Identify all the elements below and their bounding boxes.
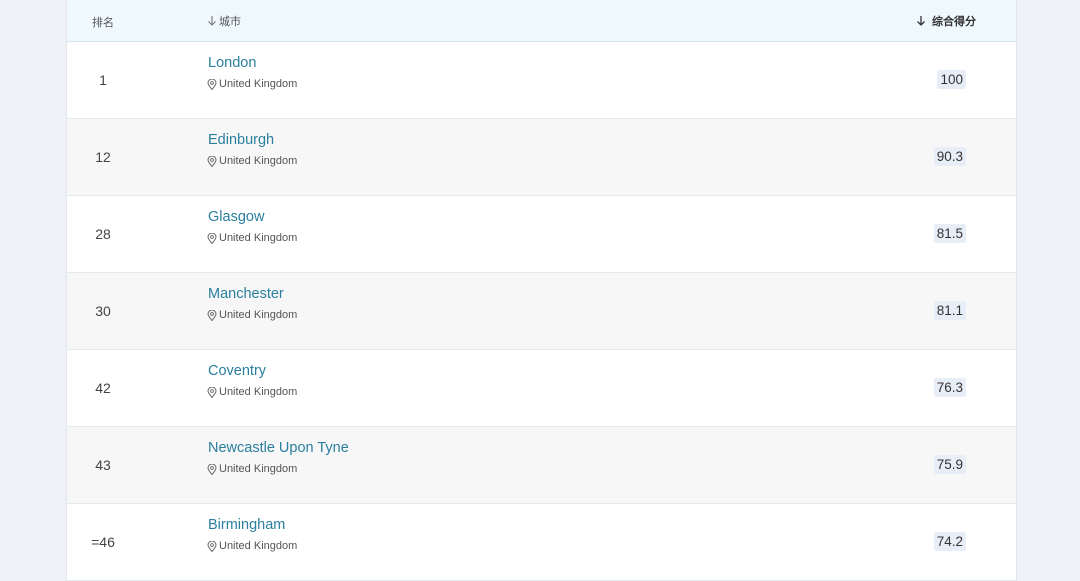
country-text: United Kingdom (219, 540, 298, 552)
rank-value: 43 (95, 457, 111, 473)
rank-value: 12 (95, 149, 111, 165)
table-row: 12 Edinburgh United Kingdom 90.3 (67, 119, 1016, 196)
country-label: United Kingdom (207, 309, 297, 321)
score-badge: 81.1 (933, 301, 966, 320)
location-pin-icon (207, 463, 217, 475)
table-row: 42 Coventry United Kingdom 76.3 (67, 350, 1016, 427)
table-row: 28 Glasgow United Kingdom 81.5 (67, 196, 1016, 273)
country-label: United Kingdom (207, 540, 297, 552)
score-column-label: 综合得分 (932, 16, 976, 28)
country-text: United Kingdom (219, 309, 298, 321)
location-pin-icon (207, 155, 217, 167)
rank-value: 28 (95, 226, 111, 242)
score-badge: 75.9 (933, 455, 966, 474)
country-label: United Kingdom (207, 155, 297, 167)
city-link[interactable]: Coventry (208, 363, 266, 379)
rank-value: =46 (91, 534, 115, 550)
location-pin-icon (207, 540, 217, 552)
table-header: 排名 城市 综合得分 (67, 0, 1016, 42)
city-link[interactable]: London (208, 55, 256, 71)
country-label: United Kingdom (207, 232, 297, 244)
country-label: United Kingdom (207, 78, 297, 90)
score-badge: 74.2 (933, 532, 966, 551)
table-row: 43 Newcastle Upon Tyne United Kingdom 75… (67, 427, 1016, 504)
score-badge: 90.3 (933, 147, 966, 166)
country-text: United Kingdom (219, 78, 298, 90)
city-link[interactable]: Glasgow (208, 209, 264, 225)
country-text: United Kingdom (219, 155, 298, 167)
rank-column-header[interactable]: 排名 (92, 14, 114, 30)
score-column-header[interactable]: 综合得分 (916, 13, 976, 29)
city-link[interactable]: Manchester (208, 286, 284, 302)
score-badge: 76.3 (933, 378, 966, 397)
country-text: United Kingdom (219, 386, 298, 398)
country-label: United Kingdom (207, 463, 297, 475)
rankings-table: 排名 城市 综合得分 1 London United Kingdom 100 1… (66, 0, 1017, 581)
arrow-down-icon (917, 16, 925, 26)
table-row: =46 Birmingham United Kingdom 74.2 (67, 504, 1016, 581)
rank-value: 1 (99, 72, 107, 88)
country-label: United Kingdom (207, 386, 297, 398)
rank-value: 42 (95, 380, 111, 396)
location-pin-icon (207, 78, 217, 90)
city-link[interactable]: Edinburgh (208, 132, 274, 148)
rank-value: 30 (95, 303, 111, 319)
country-text: United Kingdom (219, 463, 298, 475)
city-column-label: 城市 (219, 16, 241, 28)
city-link[interactable]: Newcastle Upon Tyne (208, 440, 349, 456)
location-pin-icon (207, 232, 217, 244)
country-text: United Kingdom (219, 232, 298, 244)
table-row: 1 London United Kingdom 100 (67, 42, 1016, 119)
arrow-down-icon (208, 16, 216, 26)
city-column-header[interactable]: 城市 (207, 13, 241, 29)
table-row: 30 Manchester United Kingdom 81.1 (67, 273, 1016, 350)
score-badge: 100 (937, 70, 966, 89)
score-badge: 81.5 (933, 224, 966, 243)
location-pin-icon (207, 386, 217, 398)
city-link[interactable]: Birmingham (208, 517, 285, 533)
location-pin-icon (207, 309, 217, 321)
